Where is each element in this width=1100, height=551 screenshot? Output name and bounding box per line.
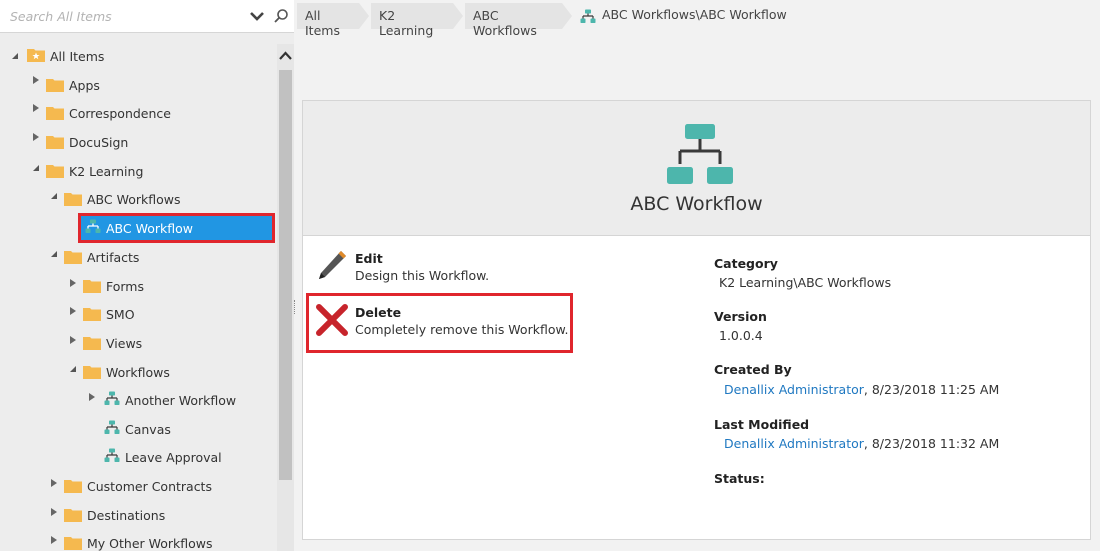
- pencil-icon: [319, 251, 346, 279]
- breadcrumb-item-all-items[interactable]: All Items: [297, 3, 359, 38]
- scrollbar-thumb[interactable]: [279, 70, 292, 480]
- tree-item-label: Workflows: [106, 365, 170, 380]
- last-modified-value: Denallix Administrator, 8/23/2018 11:32 …: [724, 436, 999, 451]
- scroll-up-icon[interactable]: [277, 44, 294, 68]
- collapsed-arrow-icon[interactable]: [68, 278, 78, 288]
- star-folder-icon: [27, 49, 45, 62]
- folder-icon: [64, 537, 82, 550]
- breadcrumb-current: ABC Workflows\ABC Workflow: [602, 7, 787, 22]
- collapsed-arrow-icon[interactable]: [49, 507, 59, 517]
- version-label: Version: [714, 309, 767, 324]
- collapsed-arrow-icon[interactable]: [49, 535, 59, 545]
- expanded-arrow-icon[interactable]: [10, 51, 20, 61]
- search-bar: [0, 0, 294, 33]
- tree-item-label: Artifacts: [87, 250, 140, 265]
- version-value: 1.0.0.4: [719, 328, 763, 343]
- tree-item-label: K2 Learning: [69, 164, 144, 179]
- chevron-down-icon[interactable]: [248, 7, 266, 25]
- edit-title: Edit: [355, 251, 383, 266]
- status-label: Status:: [714, 471, 765, 486]
- expanded-arrow-icon[interactable]: [31, 163, 41, 173]
- collapsed-arrow-icon[interactable]: [87, 392, 97, 402]
- tree-item-label: DocuSign: [69, 135, 129, 150]
- folder-icon: [46, 136, 64, 149]
- tree-item-label: Correspondence: [69, 106, 171, 121]
- folder-icon: [64, 193, 82, 206]
- breadcrumb-label: All Items: [305, 8, 340, 38]
- folder-icon: [46, 79, 64, 92]
- created-by-value: Denallix Administrator, 8/23/2018 11:25 …: [724, 382, 999, 397]
- tree-item-label: All Items: [50, 49, 105, 64]
- collapsed-arrow-icon[interactable]: [31, 132, 41, 142]
- folder-icon: [46, 107, 64, 120]
- folder-icon: [64, 509, 82, 522]
- panel-splitter[interactable]: [294, 300, 297, 314]
- tree-item-label: Apps: [69, 78, 100, 93]
- tree-item-label: Views: [106, 336, 143, 351]
- folder-icon: [64, 251, 82, 264]
- category-value: K2 Learning\ABC Workflows: [719, 275, 892, 290]
- breadcrumb-separator: [453, 3, 463, 29]
- tree-item-label: Canvas: [125, 422, 171, 437]
- collapsed-arrow-icon[interactable]: [49, 478, 59, 488]
- collapsed-arrow-icon[interactable]: [68, 306, 78, 316]
- workflow-icon: [104, 391, 120, 405]
- breadcrumb-label: K2 Learning: [379, 8, 434, 38]
- folder-icon: [83, 366, 101, 379]
- workflow-icon: [104, 448, 120, 462]
- breadcrumb-label: ABC Workflows: [473, 8, 537, 38]
- search-icon[interactable]: [273, 8, 289, 24]
- folder-icon: [46, 165, 64, 178]
- edit-description: Design this Workflow.: [355, 268, 490, 283]
- last-modified-label: Last Modified: [714, 417, 810, 432]
- edit-action[interactable]: Edit Design this Workflow.: [313, 247, 513, 287]
- highlight-box: [78, 213, 275, 243]
- modified-by-user-link[interactable]: Denallix Administrator: [724, 436, 864, 451]
- modified-date: , 8/23/2018 11:32 AM: [863, 436, 1000, 451]
- breadcrumb-item-k2-learning[interactable]: K2 Learning: [371, 3, 453, 38]
- workflow-icon: [667, 124, 733, 184]
- highlight-box: [306, 293, 573, 353]
- navigation-panel: All Items Apps Correspondence DocuSign K…: [0, 0, 294, 551]
- expanded-arrow-icon[interactable]: [49, 249, 59, 259]
- created-date: , 8/23/2018 11:25 AM: [863, 382, 1000, 397]
- tree-item-label: ABC Workflows: [87, 192, 181, 207]
- page-title: ABC Workflow: [630, 193, 763, 215]
- tree-item-label: Destinations: [87, 508, 166, 523]
- search-input[interactable]: [4, 4, 240, 28]
- workflow-icon: [580, 9, 596, 23]
- collapsed-arrow-icon[interactable]: [31, 103, 41, 113]
- folder-icon: [83, 308, 101, 321]
- tree-item-label: Forms: [106, 279, 145, 294]
- tree-item-label: Customer Contracts: [87, 479, 212, 494]
- collapsed-arrow-icon[interactable]: [31, 75, 41, 85]
- tree-item-label: Leave Approval: [125, 450, 222, 465]
- tree-item-label: SMO: [106, 307, 135, 322]
- breadcrumb-separator: [562, 3, 572, 29]
- breadcrumb: All Items K2 Learning ABC Workflows ABC …: [297, 0, 1100, 38]
- breadcrumb-separator: [359, 3, 369, 29]
- workflow-icon: [104, 420, 120, 434]
- created-by-label: Created By: [714, 362, 792, 377]
- category-label: Category: [714, 256, 778, 271]
- expanded-arrow-icon[interactable]: [68, 364, 78, 374]
- collapsed-arrow-icon[interactable]: [68, 335, 78, 345]
- card-header: ABC Workflow: [303, 101, 1090, 236]
- folder-icon: [64, 480, 82, 493]
- expanded-arrow-icon[interactable]: [49, 191, 59, 201]
- tree-item-label: My Other Workflows: [87, 536, 213, 551]
- breadcrumb-item-abc-workflows[interactable]: ABC Workflows: [465, 3, 562, 38]
- folder-icon: [83, 280, 101, 293]
- created-by-user-link[interactable]: Denallix Administrator: [724, 382, 864, 397]
- folder-icon: [83, 337, 101, 350]
- workflow-details-card: ABC Workflow Edit Design this Workflow. …: [302, 100, 1091, 540]
- tree-item-label: Another Workflow: [125, 393, 237, 408]
